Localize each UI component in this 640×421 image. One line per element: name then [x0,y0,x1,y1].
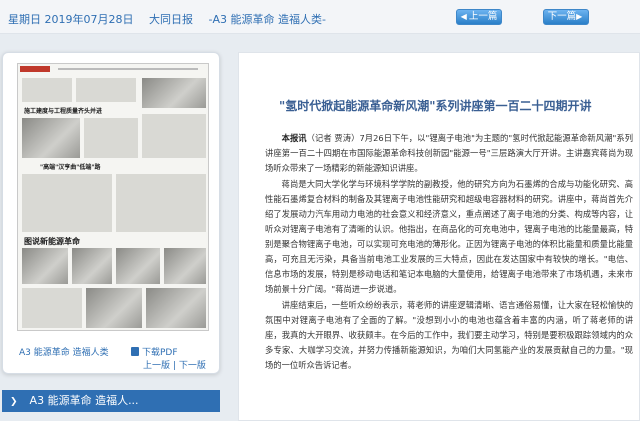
thumb-headline-2: "高端"汉亨曲"低端"路 [40,164,101,171]
text-block [116,174,206,232]
article-body: 本报讯（记者 贾涛）7月26日下午，以"锂离子电池"为主题的"氢时代掀起能源革命… [265,131,633,374]
newspaper-page-thumbnail[interactable]: 施工建度与工程质量齐头并进 "高端"汉亨曲"低端"路 图说新能源革命 [17,63,209,331]
photo [86,288,142,328]
masthead [20,66,50,72]
next-page-link[interactable]: 下一版 [179,361,206,371]
issue-info: 星期日 2019年07月28日 大同日报 -A3 能源革命 造福人类- [8,11,338,27]
thumb-section-label: A3 能源革命 造福人类 [19,348,109,358]
arrow-right-icon: ▶ [576,12,583,21]
photo [22,118,80,158]
top-bar: 星期日 2019年07月28日 大同日报 -A3 能源革命 造福人类- ◀ 上一篇… [0,0,640,34]
section-tab-active[interactable]: ❯ A3 能源革命 造福人... [2,390,220,412]
text-block [84,118,138,158]
section-tab-label: A3 能源革命 造福人... [29,394,139,407]
text-block [22,288,82,328]
next-article-button[interactable]: 下一篇▶ [543,9,589,25]
prev-article-button[interactable]: ◀ 上一篇 [456,9,502,25]
photo [142,78,206,108]
page-thumbnail-card: 施工建度与工程质量齐头并进 "高端"汉亨曲"低端"路 图说新能源革命 A3 能源… [2,52,220,374]
pdf-icon [131,347,139,356]
article-paragraph-2: 蒋尚是大同大学化学与环境科学学院的副教授，他的研究方向为石墨烯的合成与功能化研究… [265,179,633,294]
lead-author: （记者 贾涛） [306,133,360,143]
chevron-right-icon: ❯ [10,397,18,407]
text-block [22,174,112,232]
photo [116,248,160,284]
photo [146,288,206,328]
article-panel: "氢时代掀起能源革命新风潮"系列讲座第一百二十四期开讲 本报讯（记者 贾涛）7月… [238,52,640,421]
thumb-headline-1: 施工建度与工程质量齐头并进 [24,108,103,115]
prev-page-link[interactable]: 上一版 [143,361,170,371]
download-pdf-link[interactable]: 下载PDF [131,345,178,358]
thumb-headline-3: 图说新能源革命 [24,237,80,246]
lead-bold: 本报讯 [281,133,307,143]
text-block [76,78,136,102]
page-nav-separator: | [172,361,176,371]
next-article-label: 下一篇 [547,11,577,22]
text-block [22,78,72,102]
photo [22,248,68,284]
arrow-left-icon: ◀ [460,12,467,21]
paper-name: 大同日报 [149,13,193,26]
pdf-label: 下载PDF [142,348,178,358]
article-paragraph-1: 本报讯（记者 贾涛）7月26日下午，以"锂离子电池"为主题的"氢时代掀起能源革命… [265,131,633,176]
article-title: "氢时代掀起能源革命新风潮"系列讲座第一百二十四期开讲 [279,99,592,113]
photo [72,248,112,284]
prev-article-label: 上一篇 [468,11,498,22]
issue-date: 星期日 2019年07月28日 [8,13,134,26]
photo [164,248,206,284]
article-paragraph-3: 讲座结束后，一些听众纷纷表示，蒋老师的讲座逻辑清晰、语言通俗易懂，让大家在轻松愉… [265,300,633,370]
text-block [142,114,206,158]
masthead-rule [58,68,198,70]
section-name: -A3 能源革命 造福人类- [208,13,326,26]
page-nav: 上一版 | 下一版 [143,358,206,371]
